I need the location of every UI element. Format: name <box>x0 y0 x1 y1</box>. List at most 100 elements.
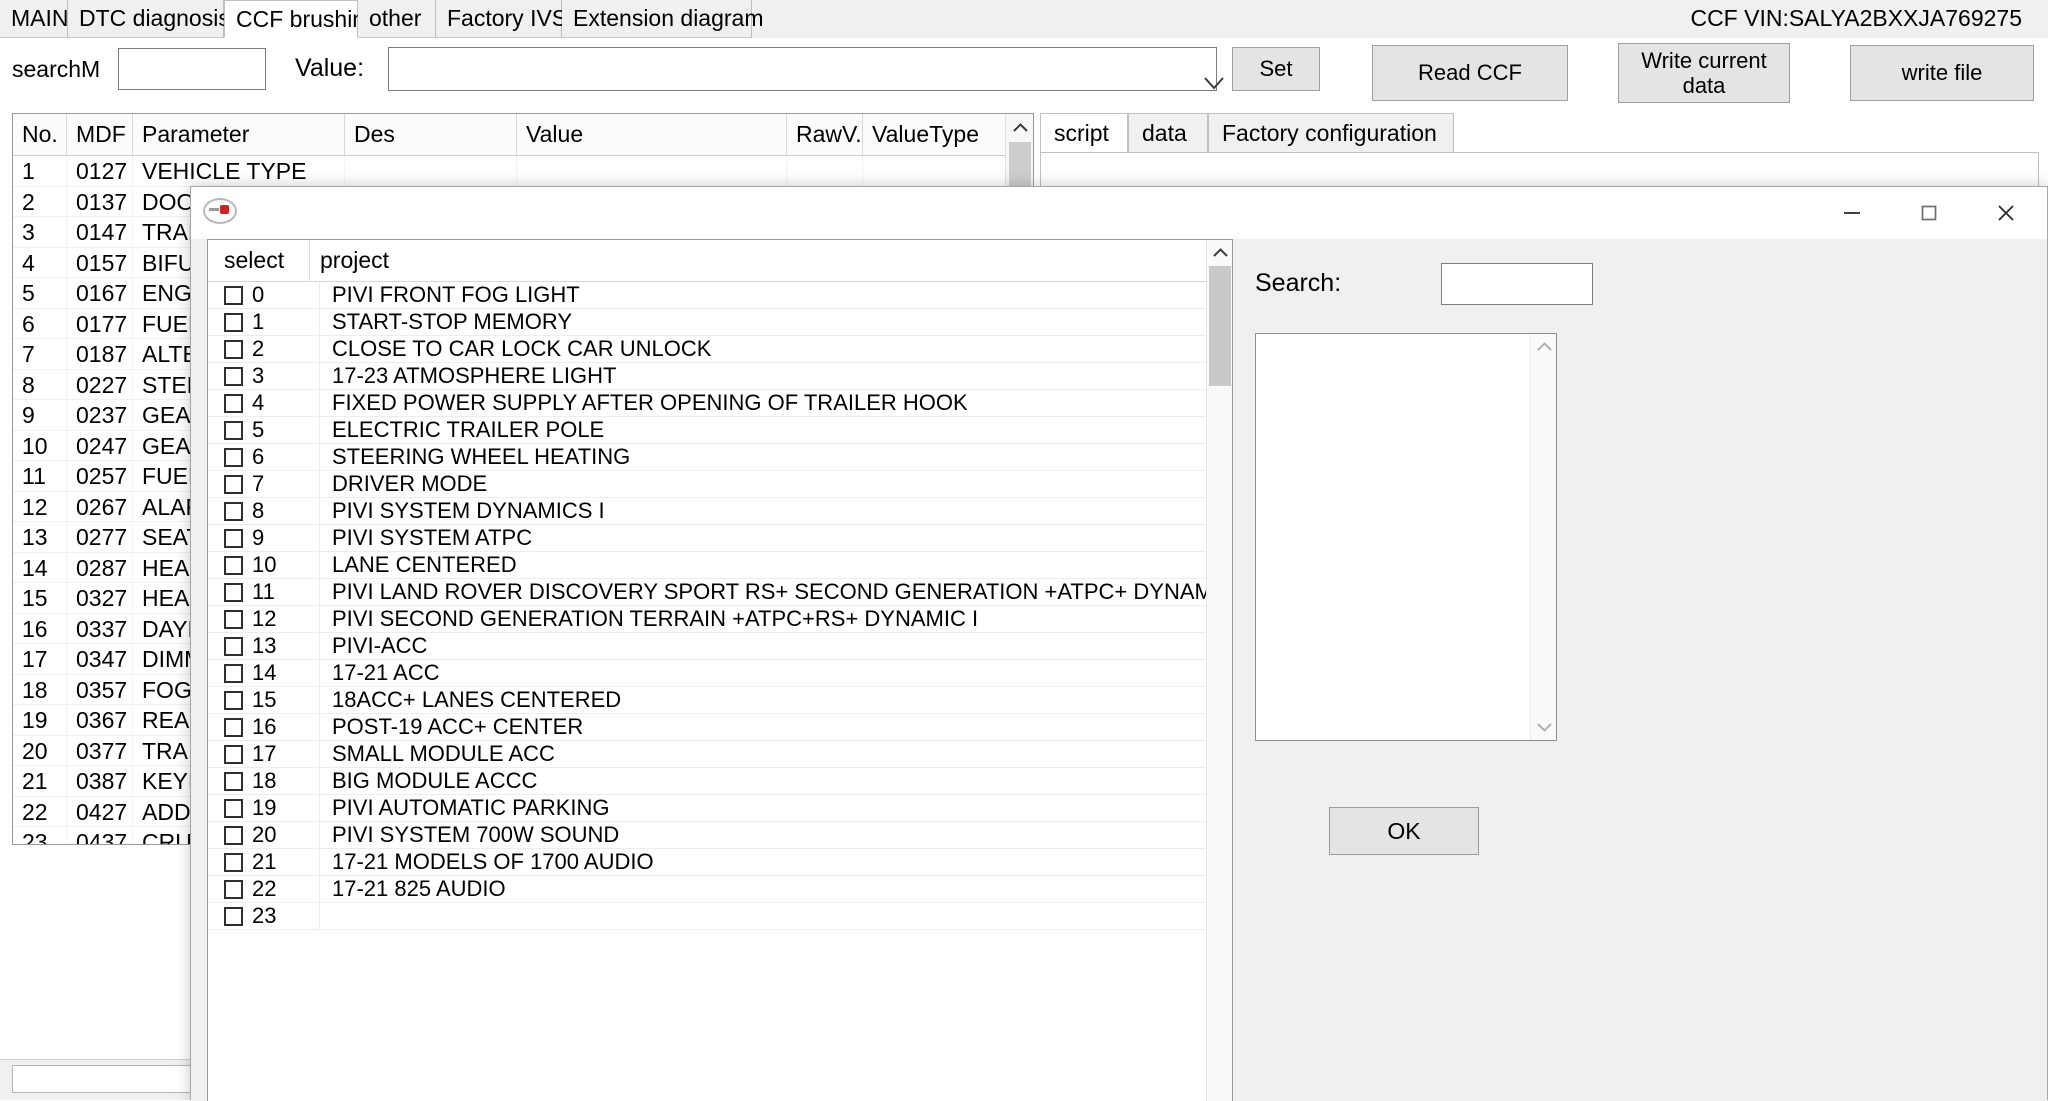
checkbox-icon[interactable] <box>224 583 243 602</box>
dialog-right-panel: Search: OK <box>1249 239 2031 1101</box>
table-row[interactable]: 10127VEHICLE TYPE <box>13 156 1033 187</box>
list-item[interactable]: 17SMALL MODULE ACC <box>208 741 1232 768</box>
result-scroll-down-icon[interactable] <box>1531 714 1557 740</box>
checkbox-icon[interactable] <box>224 880 243 899</box>
tab-ccf-brushing[interactable]: CCF brushing <box>224 0 358 38</box>
write-file-button[interactable]: write file <box>1850 45 2034 101</box>
write-current-data-button[interactable]: Write current data <box>1618 43 1790 103</box>
tab-script[interactable]: script <box>1040 113 1128 153</box>
project-select-dialog: select project 0PIVI FRONT FOG LIGHT1STA… <box>190 186 2048 1100</box>
list-item[interactable]: 18BIG MODULE ACCC <box>208 768 1232 795</box>
list-scroll-up-icon[interactable] <box>1207 240 1233 266</box>
tab-main[interactable]: MAIN <box>0 0 68 38</box>
list-item[interactable]: 8PIVI SYSTEM DYNAMICS I <box>208 498 1232 525</box>
grid-cell-mdf: 0327 <box>67 583 133 613</box>
list-item[interactable]: 10LANE CENTERED <box>208 552 1232 579</box>
tab-factory-ivs[interactable]: Factory IVS <box>436 0 562 38</box>
minimize-icon[interactable] <box>1821 187 1883 239</box>
checkbox-icon[interactable] <box>224 286 243 305</box>
grid-col-valuetype[interactable]: ValueType <box>863 114 1023 155</box>
checkbox-icon[interactable] <box>224 664 243 683</box>
tab-dtc-diagnosis[interactable]: DTC diagnosis <box>68 0 224 38</box>
list-item-index: 11 <box>252 579 275 606</box>
grid-cell-no: 3 <box>13 217 67 247</box>
dialog-search-input[interactable] <box>1441 263 1593 305</box>
checkbox-icon[interactable] <box>224 556 243 575</box>
project-list-panel[interactable]: select project 0PIVI FRONT FOG LIGHT1STA… <box>207 239 1233 1101</box>
list-item[interactable]: 317-23 ATMOSPHERE LIGHT <box>208 363 1232 390</box>
list-item[interactable]: 1START-STOP MEMORY <box>208 309 1232 336</box>
checkbox-icon[interactable] <box>224 340 243 359</box>
list-item[interactable]: 11PIVI LAND ROVER DISCOVERY SPORT RS+ SE… <box>208 579 1232 606</box>
checkbox-icon[interactable] <box>224 907 243 926</box>
value-label: Value: <box>295 53 364 83</box>
list-item[interactable]: 12PIVI SECOND GENERATION TERRAIN +ATPC+R… <box>208 606 1232 633</box>
grid-col-rawvalue[interactable]: RawV... <box>787 114 863 155</box>
list-item-label: PIVI SYSTEM 700W SOUND <box>332 822 619 849</box>
checkbox-icon[interactable] <box>224 637 243 656</box>
checkbox-icon[interactable] <box>224 610 243 629</box>
list-item[interactable]: 7DRIVER MODE <box>208 471 1232 498</box>
list-item[interactable]: 6STEERING WHEEL HEATING <box>208 444 1232 471</box>
list-scroll-thumb[interactable] <box>1209 266 1231 386</box>
scroll-up-icon[interactable] <box>1006 114 1034 142</box>
search-m-input[interactable] <box>118 48 266 90</box>
list-item[interactable]: 0PIVI FRONT FOG LIGHT <box>208 282 1232 309</box>
grid-cell-no: 21 <box>13 766 67 796</box>
list-item[interactable]: 23 <box>208 903 1232 930</box>
list-item-label: 18ACC+ LANES CENTERED <box>332 687 621 714</box>
checkbox-icon[interactable] <box>224 853 243 872</box>
list-item[interactable]: 2217-21 825 AUDIO <box>208 876 1232 903</box>
checkbox-icon[interactable] <box>224 799 243 818</box>
close-icon[interactable] <box>1975 187 2037 239</box>
column-divider <box>319 714 320 741</box>
checkbox-icon[interactable] <box>224 367 243 386</box>
result-box-scrollbar[interactable] <box>1530 334 1556 740</box>
list-item[interactable]: 20PIVI SYSTEM 700W SOUND <box>208 822 1232 849</box>
grid-col-parameter[interactable]: Parameter <box>133 114 345 155</box>
list-item[interactable]: 2117-21 MODELS OF 1700 AUDIO <box>208 849 1232 876</box>
list-item[interactable]: 1518ACC+ LANES CENTERED <box>208 687 1232 714</box>
set-button[interactable]: Set <box>1232 47 1320 91</box>
dialog-result-box[interactable] <box>1255 333 1557 741</box>
read-ccf-button[interactable]: Read CCF <box>1372 45 1568 101</box>
checkbox-icon[interactable] <box>224 826 243 845</box>
checkbox-icon[interactable] <box>224 772 243 791</box>
checkbox-icon[interactable] <box>224 421 243 440</box>
dialog-title-bar[interactable] <box>191 187 2047 239</box>
list-item[interactable]: 1417-21 ACC <box>208 660 1232 687</box>
checkbox-icon[interactable] <box>224 313 243 332</box>
column-divider <box>319 525 320 552</box>
maximize-icon[interactable] <box>1898 187 1960 239</box>
checkbox-icon[interactable] <box>224 691 243 710</box>
grid-col-mdf[interactable]: MDF <box>67 114 133 155</box>
checkbox-icon[interactable] <box>224 502 243 521</box>
list-item[interactable]: 19PIVI AUTOMATIC PARKING <box>208 795 1232 822</box>
checkbox-icon[interactable] <box>224 475 243 494</box>
list-item[interactable]: 16POST-19 ACC+ CENTER <box>208 714 1232 741</box>
tab-other[interactable]: other <box>358 0 436 38</box>
list-item[interactable]: 13PIVI-ACC <box>208 633 1232 660</box>
project-list-scrollbar[interactable] <box>1206 240 1232 1101</box>
checkbox-icon[interactable] <box>224 448 243 467</box>
list-item[interactable]: 4FIXED POWER SUPPLY AFTER OPENING OF TRA… <box>208 390 1232 417</box>
column-divider <box>319 687 320 714</box>
list-item[interactable]: 9PIVI SYSTEM ATPC <box>208 525 1232 552</box>
result-scroll-up-icon[interactable] <box>1531 334 1557 360</box>
list-item[interactable]: 2CLOSE TO CAR LOCK CAR UNLOCK <box>208 336 1232 363</box>
ok-button[interactable]: OK <box>1329 807 1479 855</box>
checkbox-icon[interactable] <box>224 718 243 737</box>
value-combobox[interactable] <box>388 47 1217 91</box>
grid-col-value[interactable]: Value <box>517 114 787 155</box>
checkbox-icon[interactable] <box>224 394 243 413</box>
checkbox-icon[interactable] <box>224 745 243 764</box>
checkbox-icon[interactable] <box>224 529 243 548</box>
grid-col-des[interactable]: Des <box>345 114 517 155</box>
list-item[interactable]: 5ELECTRIC TRAILER POLE <box>208 417 1232 444</box>
list-col-project: project <box>320 240 389 281</box>
grid-col-no[interactable]: No. <box>13 114 67 155</box>
tab-extension-diagram[interactable]: Extension diagram <box>562 0 752 38</box>
tab-data[interactable]: data <box>1128 113 1208 153</box>
tab-factory-configuration[interactable]: Factory configuration <box>1208 113 1454 153</box>
list-item-label: PIVI FRONT FOG LIGHT <box>332 282 580 309</box>
